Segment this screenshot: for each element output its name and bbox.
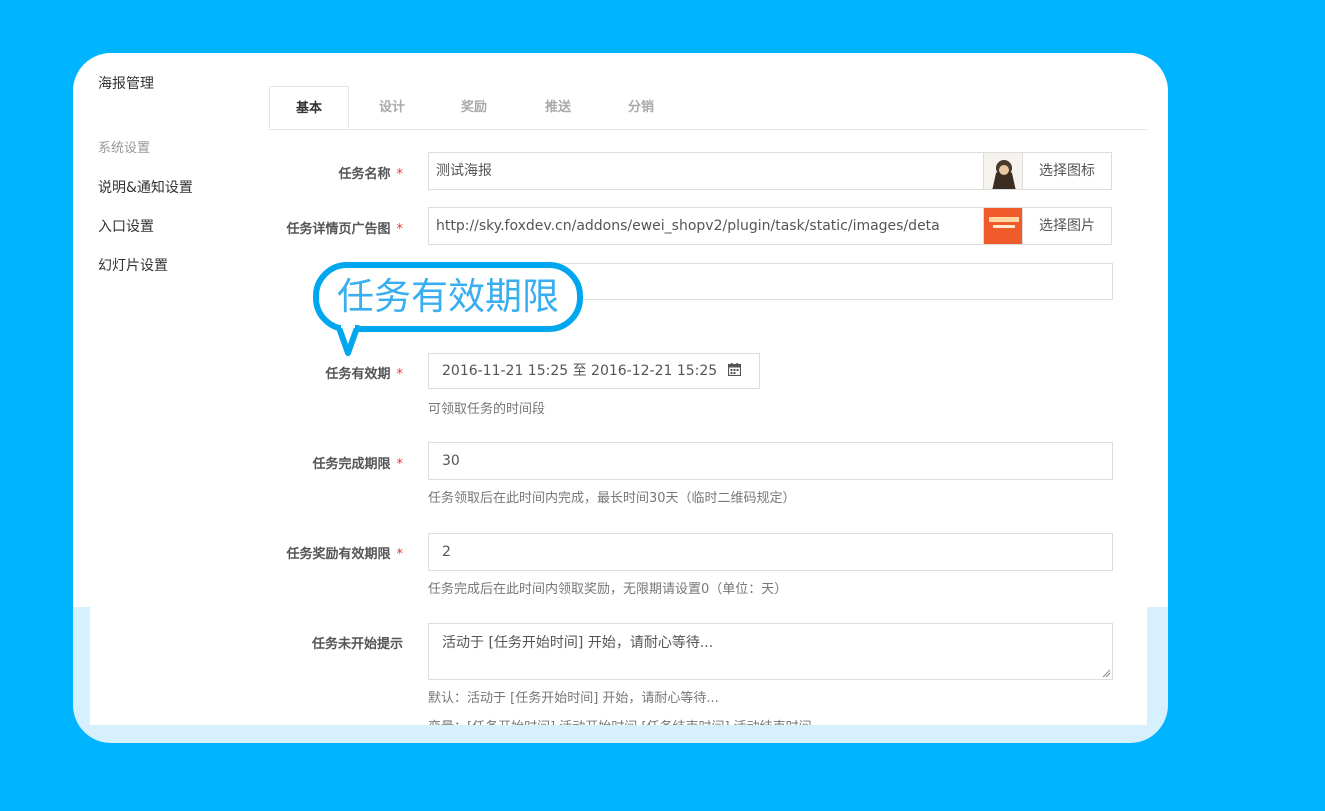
lower-panel: 任务未开始提示 活动于 [任务开始时间] 开始，请耐心等待... 默认：活动于 … xyxy=(90,607,1147,725)
daterange-value: 2016-11-21 15:25 至 2016-12-21 15:25 xyxy=(442,363,718,379)
sidebar-item-notice-settings[interactable]: 说明&通知设置 xyxy=(98,177,193,197)
resize-handle-icon[interactable] xyxy=(1102,669,1111,678)
banner-thumbnail-icon xyxy=(984,208,1022,244)
task-ad-image-label: 任务详情页广告图 * xyxy=(203,218,403,237)
select-icon-button[interactable]: 选择图标 xyxy=(1022,152,1112,190)
sidebar-section-label: 系统设置 xyxy=(98,141,151,156)
tab-design[interactable]: 设计 xyxy=(357,86,427,129)
task-ad-image-input[interactable]: http://sky.foxdev.cn/addons/ewei_shopv2/… xyxy=(428,207,984,245)
tab-distribution[interactable]: 分销 xyxy=(606,86,676,129)
task-name-label-text: 任务名称 xyxy=(338,167,391,182)
card-surface: 海报管理 系统设置 说明&通知设置 入口设置 幻灯片设置 基本 设计 奖励 推送… xyxy=(73,53,1168,607)
task-deadline-label-text: 任务完成期限 xyxy=(312,457,391,472)
sidebar-title: 海报管理 xyxy=(98,76,154,92)
required-mark: * xyxy=(396,367,404,382)
callout-bubble: 任务有效期限 xyxy=(313,262,583,332)
avatar-icon xyxy=(984,153,1022,189)
reward-deadline-help: 任务完成后在此时间内领取奖励，无限期请设置0（单位：天） xyxy=(428,582,788,597)
not-started-tip-label: 任务未开始提示 xyxy=(311,637,403,652)
not-started-tip-help: 默认：活动于 [任务开始时间] 开始，请耐心等待... xyxy=(428,691,719,706)
select-image-button[interactable]: 选择图片 xyxy=(1022,207,1112,245)
task-deadline-input[interactable]: 30 xyxy=(428,442,1113,480)
tab-bar: 基本 设计 奖励 推送 分销 xyxy=(269,86,1147,130)
tab-push[interactable]: 推送 xyxy=(523,86,593,129)
required-mark: * xyxy=(396,457,404,472)
task-validity-label: 任务有效期 * xyxy=(203,363,403,382)
required-mark: * xyxy=(396,222,404,237)
main-card: 海报管理 系统设置 说明&通知设置 入口设置 幻灯片设置 基本 设计 奖励 推送… xyxy=(73,53,1168,743)
required-mark: * xyxy=(396,547,404,562)
image-preview xyxy=(983,207,1023,245)
task-deadline-label: 任务完成期限 * xyxy=(203,453,403,472)
icon-preview xyxy=(983,152,1023,190)
tab-reward[interactable]: 奖励 xyxy=(439,86,509,129)
task-validity-daterange[interactable]: 2016-11-21 15:25 至 2016-12-21 15:25 xyxy=(428,353,760,389)
task-deadline-help: 任务领取后在此时间内完成，最长时间30天（临时二维码规定） xyxy=(428,491,796,506)
sidebar-item-entry-settings[interactable]: 入口设置 xyxy=(98,216,154,236)
reward-deadline-label-text: 任务奖励有效期限 xyxy=(286,547,391,562)
task-name-input[interactable]: 测试海报 xyxy=(428,152,984,190)
not-started-tip-variables: 变量：[任务开始时间] 活动开始时间 [任务结束时间] 活动结束时间 xyxy=(428,716,812,725)
tab-basic[interactable]: 基本 xyxy=(269,86,349,129)
not-started-tip-textarea[interactable]: 活动于 [任务开始时间] 开始，请耐心等待... xyxy=(428,623,1113,680)
task-validity-label-text: 任务有效期 xyxy=(325,367,391,382)
task-ad-image-label-text: 任务详情页广告图 xyxy=(286,222,391,237)
callout-tail xyxy=(336,325,361,356)
task-validity-help: 可领取任务的时间段 xyxy=(428,402,546,417)
callout-text: 任务有效期限 xyxy=(337,275,559,318)
sidebar-item-slideshow-settings[interactable]: 幻灯片设置 xyxy=(98,255,168,275)
calendar-icon xyxy=(727,363,741,377)
task-name-label: 任务名称 * xyxy=(203,163,403,182)
reward-deadline-label: 任务奖励有效期限 * xyxy=(203,543,403,562)
reward-deadline-input[interactable]: 2 xyxy=(428,533,1113,571)
required-mark: * xyxy=(396,167,404,182)
